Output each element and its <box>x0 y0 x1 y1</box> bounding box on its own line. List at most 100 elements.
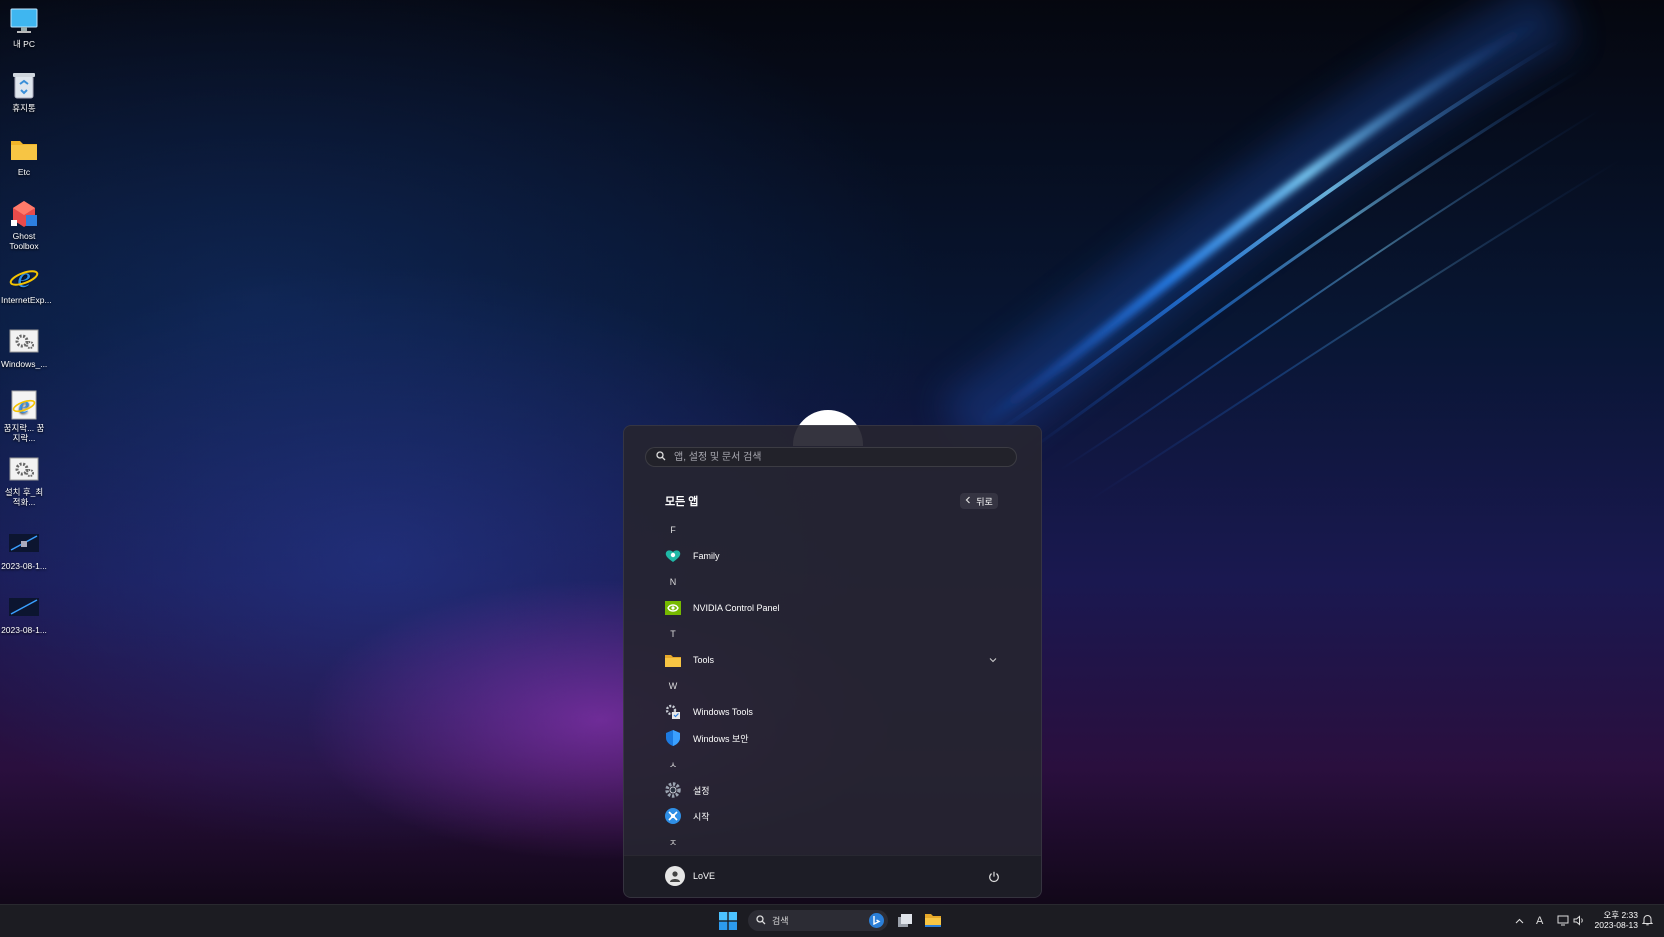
desktop-icon-internet-explorer[interactable]: e InternetExp... <box>0 262 52 305</box>
settings-shortcut-icon <box>8 454 40 484</box>
svg-text:e: e <box>19 393 30 419</box>
screenshot-thumbnail-icon <box>8 592 40 622</box>
letter-label: T <box>670 629 676 639</box>
ime-label: A <box>1536 915 1544 927</box>
app-name: 설정 <box>693 785 710 796</box>
taskbar-search-box[interactable]: 검색 <box>748 910 888 931</box>
start-menu-footer: LoVE <box>624 855 1041 897</box>
desktop-icon-ie-shortcut[interactable]: e 꿈지락... 꿈지락... <box>0 390 48 443</box>
app-item-windows-tools[interactable]: Windows Tools <box>665 699 1005 725</box>
desktop-icon-label: 2023-08-1... <box>1 625 47 635</box>
windows-tools-icon <box>665 704 681 720</box>
app-name: Windows 보안 <box>693 733 749 744</box>
settings-shortcut-icon <box>8 326 40 356</box>
letter-label: ㅈ <box>668 837 678 848</box>
desktop-icon-label: Windows_... <box>1 359 48 369</box>
letter-label: W <box>668 681 678 691</box>
chevron-up-icon <box>1515 916 1524 926</box>
notification-bell-icon <box>1641 914 1654 928</box>
desktop-icon-ghost-toolbox[interactable]: Ghost Toolbox <box>0 198 48 251</box>
letter-header-f[interactable]: F <box>665 517 1005 543</box>
app-item-settings[interactable]: 설정 <box>665 777 1005 803</box>
letter-header-w[interactable]: W <box>665 673 1005 699</box>
app-item-windows-security[interactable]: Windows 보안 <box>665 725 1005 751</box>
network-icon <box>1557 915 1569 928</box>
back-button-label: 뒤로 <box>976 496 993 507</box>
speaker-icon <box>1573 914 1585 928</box>
search-icon <box>756 914 766 927</box>
desktop-icon-windows-shortcut[interactable]: Windows_... <box>0 326 48 369</box>
system-clock[interactable]: 오후 2:33 2023-08-13 <box>1590 910 1638 930</box>
desktop-icon-etc[interactable]: Etc <box>0 134 48 177</box>
monitor-icon <box>8 6 40 36</box>
all-apps-title: 모든 앱 <box>665 496 699 508</box>
gear-icon <box>665 782 681 798</box>
network-status[interactable] <box>1557 905 1569 937</box>
avatar <box>665 866 685 886</box>
desktop-icon-screenshot-2[interactable]: 2023-08-1... <box>0 592 48 635</box>
user-name: LoVE <box>693 871 716 881</box>
start-menu: 모든 앱 뒤로 F Family N NVIDIA Control Panel … <box>623 425 1042 898</box>
ime-indicator[interactable]: A <box>1536 905 1543 937</box>
app-name: Tools <box>693 655 715 665</box>
letter-header-j[interactable]: ㅈ <box>665 829 1005 855</box>
clock-time: 오후 2:33 <box>1603 910 1638 920</box>
notification-center-button[interactable] <box>1641 905 1654 937</box>
app-name: Windows Tools <box>693 707 753 717</box>
ghost-toolbox-icon <box>8 198 40 228</box>
app-item-tips[interactable]: 시작 <box>665 803 1005 829</box>
app-name: Family <box>693 551 720 561</box>
start-search-box[interactable] <box>645 447 1017 467</box>
desktop-icon-label: 2023-08-1... <box>1 561 47 571</box>
desktop-icon-label: 휴지통 <box>12 103 36 113</box>
desktop-icon-optimize-shortcut[interactable]: 설치 후_최적화... <box>0 454 48 507</box>
task-view-icon <box>897 914 913 933</box>
bing-icon[interactable] <box>869 913 884 930</box>
clock-date: 2023-08-13 <box>1594 920 1638 930</box>
start-search-input[interactable] <box>672 450 1006 464</box>
chevron-down-icon[interactable] <box>989 655 997 665</box>
file-explorer-icon <box>925 914 941 931</box>
family-heart-icon <box>665 548 681 564</box>
letter-label: F <box>670 525 676 535</box>
tips-icon <box>665 808 681 824</box>
screenshot-thumbnail-icon <box>8 528 40 558</box>
letter-header-n[interactable]: N <box>665 569 1005 595</box>
svg-text:e: e <box>17 262 30 292</box>
desktop-icon-label: 설치 후_최적화... <box>4 487 44 507</box>
start-button[interactable] <box>719 912 737 930</box>
letter-header-t[interactable]: T <box>665 621 1005 647</box>
app-item-tools-folder[interactable]: Tools <box>665 647 1005 673</box>
letter-label: N <box>669 577 677 587</box>
user-account-button[interactable]: LoVE <box>665 866 715 886</box>
power-icon <box>988 870 1000 887</box>
folder-icon <box>665 652 681 668</box>
desktop-icon-label: Ghost Toolbox <box>9 231 39 251</box>
folder-icon <box>8 134 40 164</box>
desktop-icon-my-pc[interactable]: 내 PC <box>0 6 48 49</box>
power-button[interactable] <box>988 870 1000 888</box>
letter-label: ㅅ <box>668 759 678 770</box>
back-button[interactable]: 뒤로 <box>960 493 998 509</box>
desktop-icon-screenshot-1[interactable]: 2023-08-1... <box>0 528 48 571</box>
desktop-icon-label: 꿈지락... 꿈지락... <box>3 423 45 443</box>
taskbar: 검색 A 오후 2:33 2023-08-13 <box>0 904 1664 937</box>
task-view-button[interactable] <box>897 913 913 934</box>
app-item-family[interactable]: Family <box>665 543 1005 569</box>
app-name: NVIDIA Control Panel <box>693 603 780 613</box>
all-apps-list: F Family N NVIDIA Control Panel T Tools … <box>665 517 1005 855</box>
file-explorer-button[interactable] <box>925 913 941 932</box>
search-icon <box>656 448 666 466</box>
chevron-left-icon <box>965 496 971 506</box>
shield-icon <box>665 730 681 746</box>
app-item-nvidia-control-panel[interactable]: NVIDIA Control Panel <box>665 595 1005 621</box>
desktop-icon-label: InternetExp... <box>1 295 52 305</box>
tray-overflow-button[interactable] <box>1515 905 1524 937</box>
recycle-bin-icon <box>8 70 40 100</box>
app-name: 시작 <box>693 811 710 822</box>
desktop-icon-recycle-bin[interactable]: 휴지통 <box>0 70 48 113</box>
letter-header-s[interactable]: ㅅ <box>665 751 1005 777</box>
internet-explorer-icon: e <box>8 262 40 292</box>
volume-control[interactable] <box>1573 905 1585 937</box>
windows-logo-icon <box>719 912 737 934</box>
